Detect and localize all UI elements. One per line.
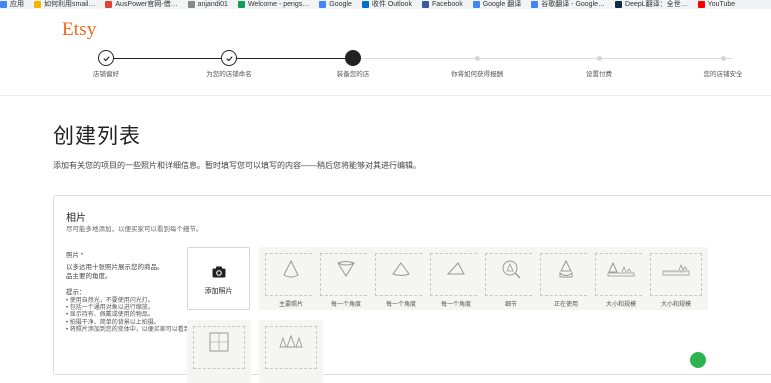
bookmark-label: 收件 Outlook: [371, 1, 412, 8]
bookmark-item[interactable]: Google: [319, 0, 352, 9]
bookmark-item[interactable]: 谷歌翻译 - Google…: [531, 0, 605, 9]
step-3-label: 装备您的店: [336, 71, 370, 78]
variations-icon: [279, 334, 303, 348]
photo-slot-frame[interactable]: [187, 320, 251, 383]
bookmark-favicon-icon: [187, 1, 195, 8]
cone-tilt-icon: [446, 262, 465, 275]
photo-slot-label: 大小和规模: [660, 302, 691, 308]
cone-down-icon: [337, 261, 355, 277]
bookmark-item[interactable]: Facebook: [421, 0, 463, 9]
step-4-label: 你将如何获得报酬: [451, 71, 503, 78]
photo-slot-size[interactable]: 大小和规模: [644, 247, 708, 310]
ruler-icon: [607, 261, 635, 277]
cone-hand-icon: [559, 259, 573, 278]
magnify-icon: [502, 260, 521, 279]
tip-item: 显示持有、佩戴或使用的物品。: [66, 312, 220, 319]
bookmark-favicon-icon: [0, 1, 7, 8]
bookmark-item[interactable]: Google 翻译: [472, 0, 522, 9]
photos-field-label: 照片 *: [66, 252, 84, 259]
bookmark-favicon-icon: [319, 1, 327, 8]
bookmark-label: YouTube: [707, 1, 736, 8]
bookmark-item[interactable]: YouTube: [697, 0, 736, 9]
photos-title: 相片: [66, 213, 86, 224]
add-photo-label: 添加照片: [204, 288, 233, 295]
chat-bubble-icon[interactable]: [690, 352, 706, 368]
bookmark-label: Facebook: [431, 1, 463, 8]
etsy-logo[interactable]: Etsy: [62, 19, 97, 41]
bookmark-label: Google: [329, 1, 352, 8]
bookmarks-bar: 应用 如何利用smail… AusPower官网-借… anjandi01 Welcom…: [0, 0, 771, 9]
photo-slot-variations[interactable]: [259, 320, 323, 383]
step-6-dot: [721, 56, 726, 61]
bookmark-favicon-icon: [361, 1, 369, 8]
step-5-label: 设置付费: [586, 71, 612, 78]
bookmark-label: AusPower官网-借…: [115, 1, 178, 8]
frame-icon: [209, 332, 229, 352]
camera-icon: [212, 266, 226, 278]
add-photo-button[interactable]: 添加照片: [187, 247, 250, 310]
bookmark-label: Welcome - pengs…: [247, 1, 310, 8]
step-1-label: 店铺偏好: [93, 71, 119, 78]
step-2-check-icon: [221, 50, 237, 66]
bookmark-favicon-icon: [237, 1, 245, 8]
step-4-dot: [475, 56, 480, 61]
bookmark-item[interactable]: 收件 Outlook: [361, 0, 412, 9]
bookmark-item[interactable]: 应用: [0, 0, 24, 9]
bookmark-item[interactable]: 如何利用smail…: [34, 0, 95, 9]
tips-title: 提示：: [66, 289, 86, 296]
bookmark-favicon-icon: [615, 1, 623, 8]
bookmark-item[interactable]: AusPower官网-借…: [105, 0, 178, 9]
photos-desc: 尽可能多地添加，以便买家可以看到每个细节。: [66, 226, 203, 233]
photos-help-2: 品主要的角度。: [66, 273, 112, 280]
bookmark-label: 如何利用smail…: [44, 1, 96, 8]
bookmark-label: 应用: [10, 1, 24, 8]
bookmark-favicon-icon: [472, 1, 480, 8]
step-5-dot: [597, 56, 602, 61]
bookmark-label: DeepL翻译：全世…: [625, 1, 688, 8]
step-1-check-icon: [98, 50, 114, 66]
bookmark-favicon-icon: [697, 1, 705, 8]
header-divider: [0, 95, 771, 96]
progress-line-todo: [353, 58, 733, 59]
bookmark-label: 谷歌翻译 - Google…: [541, 1, 606, 8]
cone-side-icon: [392, 262, 410, 276]
page-subtitle: 添加有关您的项目的一些照片和详细信息。暂时填写您可以填写的内容——稍后您将能够对…: [53, 161, 421, 170]
bookmark-favicon-icon: [105, 1, 113, 8]
bookmark-favicon-icon: [531, 1, 539, 8]
bookmark-item[interactable]: anjandi01: [187, 0, 228, 9]
bookmark-label: anjandi01: [197, 1, 228, 8]
cone-icon: [283, 259, 299, 278]
step-6-label: 您的店铺安全: [703, 71, 743, 78]
page-title: 创建列表: [53, 125, 141, 148]
bookmark-item[interactable]: DeepL翻译：全世…: [615, 0, 688, 9]
ruler-icon: [662, 263, 690, 276]
step-3-current-dot: [345, 50, 361, 66]
step-2-label: 为您的店铺命名: [206, 71, 252, 78]
bookmark-favicon-icon: [34, 1, 41, 8]
bookmark-favicon-icon: [421, 1, 429, 8]
bookmark-item[interactable]: Welcome - pengs…: [237, 0, 310, 9]
bookmark-label: Google 翻译: [482, 1, 522, 8]
